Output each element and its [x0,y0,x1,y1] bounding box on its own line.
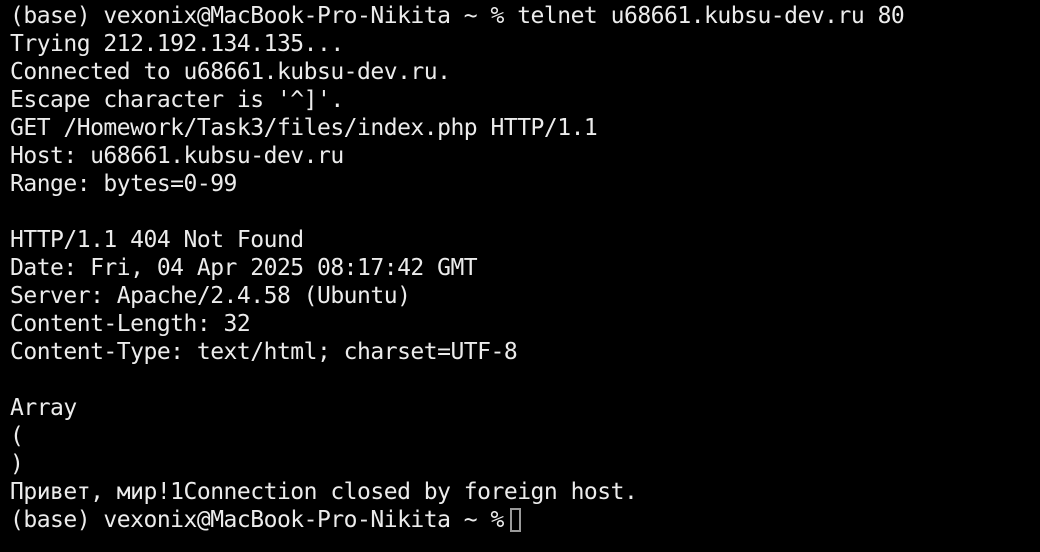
output-trying: Trying 212.192.134.135... [10,31,344,57]
output-escape-character: Escape character is '^]'. [10,87,344,113]
response-status-line: HTTP/1.1 404 Not Found [10,227,304,253]
response-content-type-header: Content-Type: text/html; charset=UTF-8 [10,339,518,365]
text-cursor [509,508,521,532]
request-host-header: Host: u68661.kubsu-dev.ru [10,143,344,169]
body-array-line: Array [10,395,77,421]
request-line: GET /Homework/Task3/files/index.php HTTP… [10,115,598,141]
shell-prompt-line[interactable]: (base) vexonix@MacBook-Pro-Nikita ~ % [10,506,1040,534]
body-open-paren-line: ( [10,423,24,449]
request-range-header: Range: bytes=0-99 [10,171,237,197]
body-close-paren-line: ) [10,451,24,477]
command-line-telnet: (base) vexonix@MacBook-Pro-Nikita ~ % te… [10,3,905,29]
response-content-length-header: Content-Length: 32 [10,311,251,337]
response-date-header: Date: Fri, 04 Apr 2025 08:17:42 GMT [10,255,478,281]
output-connected: Connected to u68661.kubsu-dev.ru. [10,59,451,85]
body-greeting-connection-closed: Привет, мир!1Connection closed by foreig… [10,479,638,505]
terminal-window[interactable]: (base) vexonix@MacBook-Pro-Nikita ~ % te… [0,0,1040,552]
response-server-header: Server: Apache/2.4.58 (Ubuntu) [10,283,411,309]
shell-prompt: (base) vexonix@MacBook-Pro-Nikita ~ % [10,507,504,533]
